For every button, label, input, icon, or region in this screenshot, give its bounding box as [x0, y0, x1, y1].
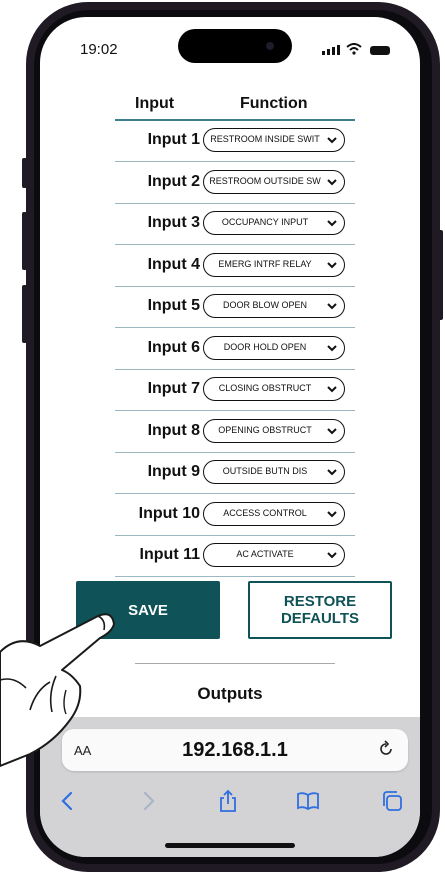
forward-icon[interactable] [136, 789, 160, 813]
function-value: AC ACTIVATE [236, 549, 294, 559]
function-value: RESTROOM OUTSIDE SW [209, 175, 321, 186]
input-label: Input 6 [147, 338, 200, 356]
function-value: ACCESS CONTROL [223, 507, 307, 518]
chevron-down-icon [327, 137, 337, 144]
chevron-down-icon [327, 469, 337, 476]
status-icons [322, 43, 390, 55]
chevron-down-icon [327, 510, 337, 517]
input-label: Input 10 [138, 504, 200, 522]
home-indicator [165, 843, 295, 848]
table-row: Input 3 OCCUPANCY INPUT [115, 204, 355, 245]
table-row: Input 7 CLOSING OBSTRUCT [115, 370, 355, 411]
chevron-down-icon [327, 386, 337, 393]
table-row: Input 6 DOOR HOLD OPEN [115, 329, 355, 370]
section-divider [135, 663, 335, 664]
chevron-down-icon [327, 220, 337, 227]
share-icon[interactable] [216, 789, 240, 813]
function-value: DOOR HOLD OPEN [223, 341, 307, 352]
input-label: Input 9 [147, 463, 200, 480]
table-row: Input 4 EMERG INTRF RELAY [115, 246, 355, 287]
chevron-down-icon [327, 261, 337, 268]
input-label: Input 1 [147, 131, 200, 148]
function-select[interactable]: DOOR BLOW OPEN [203, 294, 345, 318]
header-function: Function [240, 95, 308, 112]
function-value: DOOR BLOW OPEN [222, 300, 307, 310]
function-value: CLOSING OBSTRUCT [218, 383, 312, 393]
chevron-down-icon [327, 344, 337, 351]
function-value: OCCUPANCY INPUT [221, 217, 309, 227]
dynamic-island [178, 29, 292, 63]
input-label: Input 11 [139, 546, 200, 563]
function-select[interactable]: DOOR HOLD OPEN [203, 335, 345, 360]
table-header: Input Function [40, 95, 420, 119]
function-select[interactable]: ACCESS CONTROL [203, 501, 345, 526]
reload-icon[interactable] [376, 739, 396, 759]
table-row: Input 5 DOOR BLOW OPEN [115, 287, 355, 328]
table-row: Input 11 AC ACTIVATE [115, 536, 355, 577]
chevron-down-icon [327, 427, 337, 434]
function-value: RESTROOM INSIDE SWIT [210, 134, 320, 144]
input-label: Input 4 [147, 255, 200, 273]
signal-icon [322, 45, 340, 55]
wifi-icon [346, 43, 362, 55]
function-value: EMERG INTRF RELAY [218, 258, 312, 269]
bookmarks-icon[interactable] [296, 789, 320, 813]
function-select[interactable]: OUTSIDE BUTN DIS [203, 460, 345, 484]
table-row: Input 10 ACCESS CONTROL [115, 495, 355, 536]
volume-up-button [22, 212, 27, 270]
function-select[interactable]: RESTROOM OUTSIDE SW [203, 169, 345, 194]
table-row: Input 2 RESTROOM OUTSIDE SW [115, 163, 355, 204]
input-label: Input 7 [147, 380, 200, 397]
camera [266, 42, 274, 50]
function-select[interactable]: EMERG INTRF RELAY [203, 252, 345, 277]
table-row: Input 9 OUTSIDE BUTN DIS [115, 453, 355, 494]
restore-defaults-button[interactable]: RESTORE DEFAULTS [248, 581, 392, 639]
function-select[interactable]: OCCUPANCY INPUT [203, 211, 345, 235]
volume-down-button [22, 285, 27, 343]
back-icon[interactable] [56, 789, 80, 813]
browser-nav [40, 787, 420, 817]
function-select[interactable]: OPENING OBSTRUCT [203, 418, 345, 443]
function-value: OPENING OBSTRUCT [218, 424, 312, 435]
mute-switch [22, 158, 27, 188]
chevron-down-icon [327, 552, 337, 559]
table-row: Input 1 RESTROOM INSIDE SWIT [115, 121, 355, 162]
restore-label-line1: RESTORE [283, 593, 357, 610]
header-input: Input [135, 95, 175, 112]
table-row: Input 8 OPENING OBSTRUCT [115, 412, 355, 453]
input-label: Input 3 [147, 214, 200, 231]
tabs-icon[interactable] [380, 789, 404, 813]
function-select[interactable]: CLOSING OBSTRUCT [203, 377, 345, 401]
function-select[interactable]: AC ACTIVATE [203, 543, 345, 567]
restore-label-line2: DEFAULTS [280, 610, 360, 627]
pointing-hand-icon [0, 613, 115, 767]
input-label: Input 5 [147, 297, 200, 314]
function-select[interactable]: RESTROOM INSIDE SWIT [203, 128, 345, 152]
chevron-down-icon [327, 303, 337, 310]
power-button [438, 230, 443, 320]
input-label: Input 2 [147, 172, 200, 190]
chevron-down-icon [327, 178, 337, 185]
battery-icon [370, 46, 390, 55]
input-label: Input 8 [147, 421, 200, 439]
function-value: OUTSIDE BUTN DIS [222, 466, 308, 476]
status-time: 19:02 [80, 41, 118, 58]
